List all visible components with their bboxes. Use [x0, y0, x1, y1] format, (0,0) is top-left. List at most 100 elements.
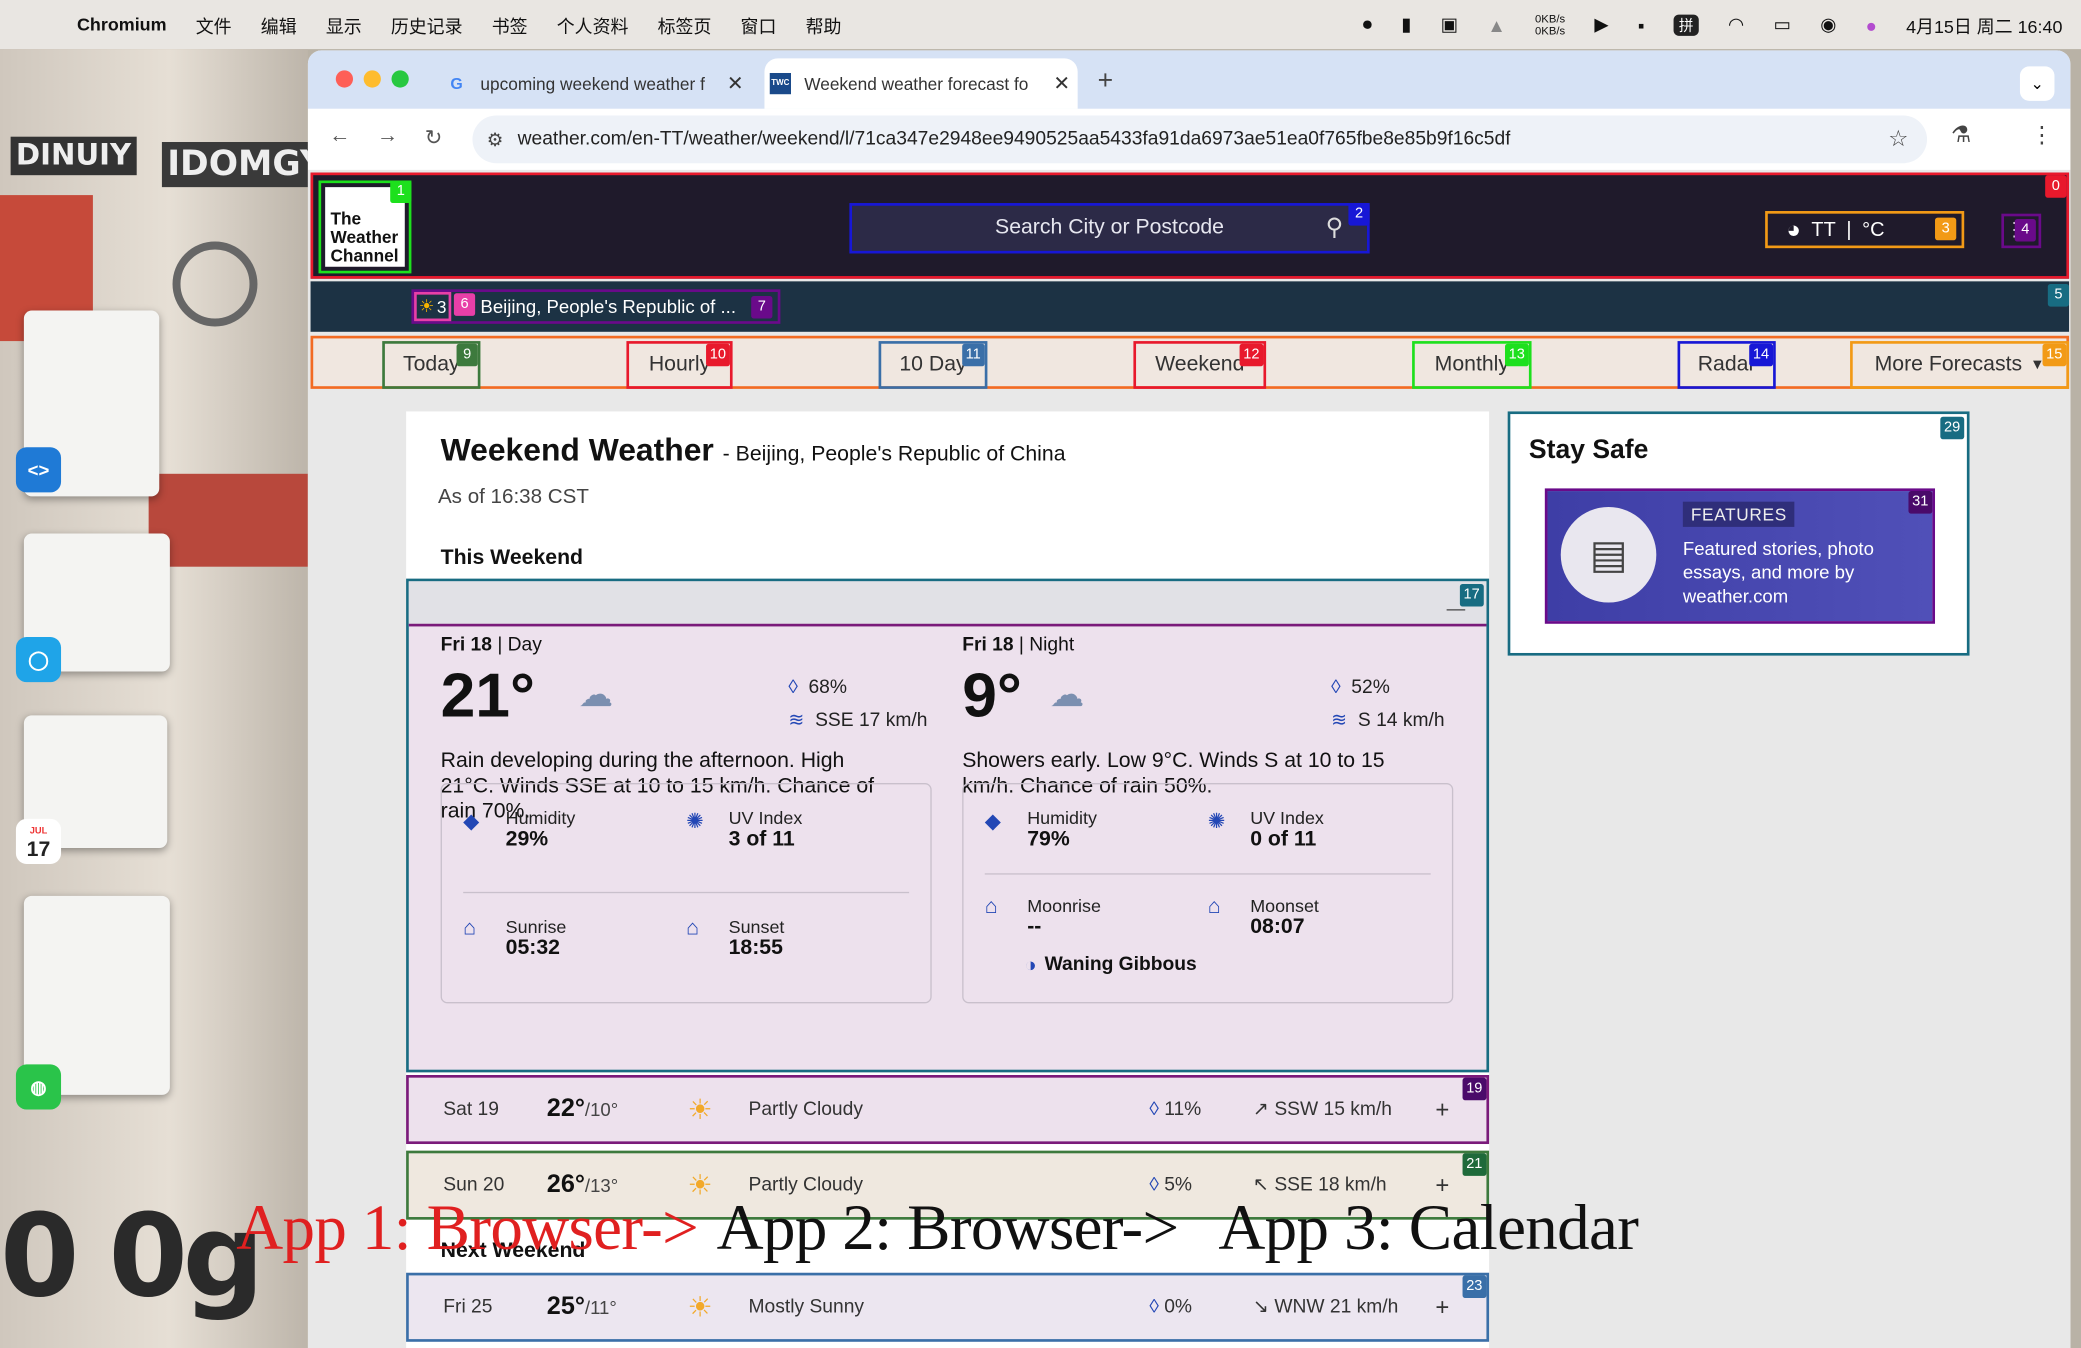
wifi-icon[interactable]: ◠ [1728, 13, 1744, 36]
close-tab-icon[interactable]: ✕ [719, 72, 751, 96]
menu-app-name[interactable]: Chromium [77, 15, 167, 35]
night-humidity: ◆ Humidity 79% [985, 808, 1097, 852]
night-uv: ✺ UV Index 0 of 11 [1208, 808, 1324, 852]
site-header: 0 The Weather Channel 1 Search City or P… [310, 172, 2070, 279]
close-tab-icon[interactable]: ✕ [1046, 72, 1078, 96]
row-day: Fri 25 [443, 1296, 493, 1318]
nav-weekend[interactable]: Weekend 12 [1133, 341, 1267, 389]
day-sunset: ⌂ Sunset 18:55 [686, 917, 784, 961]
day-label: Fri 18 | Day [441, 634, 932, 655]
search-icon[interactable]: ⚲ [1326, 214, 1344, 242]
element-badge: 14 [1748, 343, 1774, 367]
location-chip-beijing[interactable]: ☀ 3 6 Beijing, People's Republic of ... 7 [411, 289, 781, 324]
input-method-icon[interactable]: 拼 [1673, 13, 1699, 36]
battery-status-icon[interactable]: ▮ [1401, 13, 1411, 36]
screen: Chromium 文件 编辑 显示 历史记录 书签 个人资料 标签页 窗口 帮助… [0, 0, 2081, 1348]
menu-clock[interactable]: 4月15日 周二 16:40 [1906, 11, 2062, 38]
menu-edit[interactable]: 编辑 [261, 11, 297, 38]
nav-more-forecasts[interactable]: More Forecasts ▼ 15 [1850, 341, 2070, 389]
vscode-icon[interactable]: <> [15, 447, 62, 493]
control-center-icon[interactable]: ◉ [1820, 13, 1836, 36]
search-input[interactable]: Search City or Postcode ⚲ 2 [849, 203, 1370, 254]
region-unit-selector[interactable]: ◕ TT | °C 3 [1765, 211, 1965, 249]
zoom-window-button[interactable] [391, 70, 409, 88]
calendar-app-icon[interactable]: JUL 17 [15, 818, 62, 864]
row-wind: ↗ SSW 15 km/h [1253, 1099, 1392, 1120]
nav-monthly[interactable]: Monthly 13 [1412, 341, 1532, 389]
humidity-icon: ◆ [463, 810, 480, 834]
tab-weather-weekend[interactable]: TWC Weekend weather forecast fo ✕ [764, 58, 1078, 109]
memory-icon[interactable]: ▣ [1441, 13, 1459, 36]
minimize-window-button[interactable] [363, 70, 381, 88]
cat-icon[interactable]: ▲ [1487, 14, 1505, 35]
row-temps: 25°/11° [547, 1293, 617, 1322]
menu-profiles[interactable]: 个人资料 [557, 11, 629, 38]
person-icon[interactable]: ▪ [1638, 14, 1645, 35]
menu-help[interactable]: 帮助 [806, 11, 842, 38]
wechat-icon[interactable]: ◍ [15, 1064, 62, 1110]
close-window-button[interactable] [335, 70, 354, 88]
uv-icon: ✺ [1207, 810, 1226, 834]
tab-google-search[interactable]: G upcoming weekend weather f ✕ [441, 58, 752, 108]
reload-icon[interactable]: ↻ [425, 125, 443, 152]
record-icon[interactable]: ⏺ [1363, 13, 1372, 36]
forecast-row-sat-19[interactable]: Sat 19 22°/10° ☀ Partly Cloudy ◊ 11% ↗ S… [406, 1075, 1490, 1145]
moonset-label: Moonset [1250, 895, 1319, 916]
wind-icon: ≋ [1331, 710, 1348, 732]
nav-10-day[interactable]: 10 Day 11 [878, 341, 988, 389]
row-low: /11° [584, 1296, 617, 1318]
bookmark-star-icon[interactable]: ☆ [1888, 126, 1908, 153]
region-code: TT [1811, 218, 1836, 241]
forecast-row-fri-25[interactable]: Fri 25 25°/11° ☀ Mostly Sunny ◊ 0% ↘ WNW… [406, 1272, 1490, 1342]
caption-app-2: App 2: Browser-> [716, 1190, 1180, 1264]
nav-radar[interactable]: Radar 14 [1677, 341, 1776, 389]
menu-bookmarks[interactable]: 书签 [492, 11, 528, 38]
poster-logo-circle [172, 241, 258, 327]
nav-today-label: Today [402, 353, 460, 376]
menu-view[interactable]: 显示 [326, 11, 362, 38]
tab-strip: G upcoming weekend weather f ✕ TWC Weeke… [307, 50, 2071, 109]
chat-app-icon[interactable]: ◯ [15, 637, 62, 683]
menu-file[interactable]: 文件 [196, 11, 232, 38]
night-precip: ◊ 52% [1331, 677, 1390, 698]
moonrise-icon: ⌂ [984, 895, 998, 919]
sunrise-value: 05:32 [505, 936, 560, 960]
raindrop-icon: ◊ [1149, 1296, 1159, 1318]
hamburger-menu-icon[interactable]: ☰ 4 [2001, 213, 2042, 249]
features-promo[interactable]: 31 ▤ FEATURES Featured stories, photo es… [1544, 488, 1936, 624]
browser-menu-icon[interactable]: ⋮ [2031, 122, 2054, 149]
siri-icon[interactable]: ● [1866, 14, 1877, 35]
menu-window[interactable]: 窗口 [741, 11, 777, 38]
battery-icon[interactable]: ▭ [1773, 13, 1791, 36]
day-details-panel: ◆ Humidity 29% ✺ UV Index 3 of 11 ⌂ Sunrise 05… [440, 783, 932, 1004]
expand-icon[interactable]: + [1435, 1096, 1449, 1124]
url-text[interactable]: weather.com/en-TT/weather/weekend/l/71ca… [518, 129, 1511, 150]
caption-app-1: App 1: Browser-> [236, 1190, 699, 1264]
recent-locations-bar: 5 ☀ 3 6 Beijing, People's Republic of ...… [310, 281, 2070, 332]
tab-search-button[interactable]: ⌄ [2019, 66, 2055, 101]
nav-hourly[interactable]: Hourly 10 [626, 341, 733, 389]
address-bar[interactable]: ⚙ weather.com/en-TT/weather/weekend/l/71… [472, 115, 1928, 164]
new-tab-button[interactable]: + [1098, 66, 1114, 97]
network-speed: 0KB/s 0KB/s [1535, 12, 1565, 37]
wind-arrow-icon: ↘ [1252, 1296, 1269, 1318]
expand-icon[interactable]: + [1435, 1293, 1449, 1321]
poster-big-letters: 0 0g [0, 1190, 264, 1324]
site-info-icon[interactable]: ⚙ [472, 128, 517, 151]
weather-channel-logo[interactable]: The Weather Channel 1 [318, 180, 412, 274]
menu-tabs[interactable]: 标签页 [658, 11, 712, 38]
forward-icon[interactable]: → [377, 125, 398, 149]
nav-today[interactable]: Today 9 [382, 341, 481, 389]
collapse-strip[interactable]: — 17 [408, 581, 1487, 627]
row-wind-value: WNW 21 km/h [1274, 1296, 1399, 1318]
page-viewport: 0 The Weather Channel 1 Search City or P… [307, 169, 2071, 1348]
back-icon[interactable]: ← [329, 125, 350, 149]
row-temps: 22°/10° [547, 1095, 618, 1124]
menu-history[interactable]: 历史记录 [391, 11, 463, 38]
night-half: Fri 18 | Night 9° ☁ ◊ 52% ≋ S 14 km/h Show… [962, 634, 1453, 797]
labs-flask-icon[interactable]: ⚗ [1951, 122, 1971, 149]
uv-label: UV Index [728, 808, 803, 829]
element-badge: 6 [453, 293, 476, 316]
forecast-nav: Today 9 Hourly 10 10 Day 11 Weekend 12 Month… [310, 335, 2070, 389]
play-icon[interactable]: ▶ [1594, 13, 1608, 36]
